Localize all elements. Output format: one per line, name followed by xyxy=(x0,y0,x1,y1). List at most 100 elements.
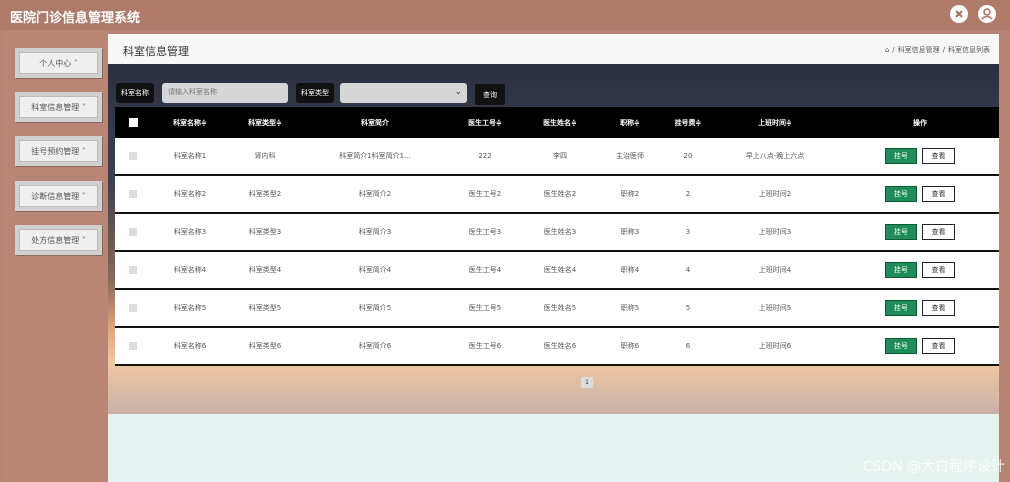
cell-doctor-name: 李四 xyxy=(553,152,567,160)
cell-department-intro: 科室简介6 xyxy=(358,342,392,350)
cell-department-intro: 科室简介2 xyxy=(358,190,392,198)
table-header-row: 科室名称≑ 科室类型≑ 科室简介 医生工号≑ 医生姓名≑ 职称≑ 挂号费≑ 上班… xyxy=(115,107,999,138)
cell-doctor-name: 医生姓名4 xyxy=(543,266,577,274)
table-row: 科室名称5 科室类型5 科室简介5 医生工号5 医生姓名5 职称5 5 上班时间… xyxy=(115,290,999,328)
register-button[interactable]: 挂号 xyxy=(885,300,917,316)
breadcrumb-item[interactable]: 科室信息管理 xyxy=(898,45,940,55)
cell-doctor-id: 医生工号6 xyxy=(468,342,502,350)
row-checkbox[interactable] xyxy=(125,290,141,326)
cell-department-name: 科室名称6 xyxy=(173,342,207,350)
row-checkbox[interactable] xyxy=(125,176,141,212)
pagination-page-1[interactable]: 1 xyxy=(581,377,593,388)
table-row: 科室名称6 科室类型6 科室简介6 医生工号6 医生姓名6 职称6 6 上班时间… xyxy=(115,328,999,366)
row-actions: 挂号 查看 xyxy=(885,252,955,288)
view-button[interactable]: 查看 xyxy=(922,186,955,202)
cell-work-time: 上班时间5 xyxy=(758,304,792,312)
table-row: 科室名称2 科室类型2 科室简介2 医生工号2 医生姓名2 职称2 2 上班时间… xyxy=(115,176,999,214)
cell-department-name: 科室名称3 xyxy=(173,228,207,236)
cell-work-time: 上班时间2 xyxy=(758,190,792,198)
cell-doctor-name: 医生姓名5 xyxy=(543,304,577,312)
row-checkbox[interactable] xyxy=(125,138,141,174)
row-checkbox[interactable] xyxy=(125,214,141,250)
main-header: 科室信息管理 ⌂ / 科室信息管理 / 科室信息列表 xyxy=(108,34,999,64)
header-department-intro: 科室简介 xyxy=(361,118,389,127)
watermark: CSDN @大白程序设计 xyxy=(862,459,1005,475)
sidebar-item-prescription-management[interactable]: 处方信息管理 ˅ xyxy=(15,225,102,255)
sidebar: 个人中心 ˅ 科室信息管理 ˅ 挂号预约管理 ˅ 诊断信息管理 ˅ 处方信息管理… xyxy=(4,30,108,482)
department-name-label: 科室名称 xyxy=(116,82,154,103)
row-actions: 挂号 查看 xyxy=(885,138,955,174)
cell-department-type: 科室类型5 xyxy=(248,304,282,312)
cell-department-name: 科室名称4 xyxy=(173,266,207,274)
cell-title: 职称4 xyxy=(620,266,640,274)
department-name-input[interactable] xyxy=(162,82,288,103)
row-actions: 挂号 查看 xyxy=(885,176,955,212)
cell-title: 职称2 xyxy=(620,190,640,198)
view-button[interactable]: 查看 xyxy=(922,262,955,278)
search-bar: 科室名称 科室类型 ⌄ 查询 xyxy=(116,80,505,105)
view-button[interactable]: 查看 xyxy=(922,148,955,164)
cell-doctor-name: 医生姓名6 xyxy=(543,342,577,350)
header-doctor-id[interactable]: 医生工号≑ xyxy=(455,107,515,138)
breadcrumb-sep: / xyxy=(942,46,945,54)
cell-doctor-id: 医生工号2 xyxy=(468,190,502,198)
cell-title: 职称3 xyxy=(620,228,640,236)
header-title[interactable]: 职称≑ xyxy=(600,107,660,138)
cell-doctor-id: 医生工号5 xyxy=(468,304,502,312)
row-actions: 挂号 查看 xyxy=(885,290,955,326)
register-button[interactable]: 挂号 xyxy=(885,148,917,164)
cell-work-time: 早上八点-晚上六点 xyxy=(745,152,805,160)
cell-fee: 20 xyxy=(683,152,693,160)
register-button[interactable]: 挂号 xyxy=(885,224,917,240)
sidebar-item-registration-management[interactable]: 挂号预约管理 ˅ xyxy=(15,136,102,166)
expand-icon[interactable] xyxy=(950,5,968,23)
header-department-name[interactable]: 科室名称≑ xyxy=(160,107,220,138)
cell-doctor-id: 医生工号4 xyxy=(468,266,502,274)
header-department-type[interactable]: 科室类型≑ xyxy=(235,107,295,138)
header-doctor-name[interactable]: 医生姓名≑ xyxy=(530,107,590,138)
sidebar-item-diagnosis-management[interactable]: 诊断信息管理 ˅ xyxy=(15,181,102,211)
row-actions: 挂号 查看 xyxy=(885,328,955,364)
sidebar-item-personal-center[interactable]: 个人中心 ˅ xyxy=(15,48,102,78)
cell-title: 主治医师 xyxy=(616,152,644,160)
cell-department-name: 科室名称1 xyxy=(173,152,207,160)
cell-department-type: 肾内科 xyxy=(254,152,276,160)
cell-doctor-name: 医生姓名3 xyxy=(543,228,577,236)
view-button[interactable]: 查看 xyxy=(922,224,955,240)
cell-doctor-id: 医生工号3 xyxy=(468,228,502,236)
select-all-checkbox[interactable] xyxy=(125,107,141,138)
sidebar-item-department-management[interactable]: 科室信息管理 ˅ xyxy=(15,92,102,122)
cell-title: 职称5 xyxy=(620,304,640,312)
view-button[interactable]: 查看 xyxy=(922,338,955,354)
register-button[interactable]: 挂号 xyxy=(885,338,917,354)
header-fee[interactable]: 挂号费≑ xyxy=(663,107,713,138)
cell-work-time: 上班时间4 xyxy=(758,266,792,274)
cell-work-time: 上班时间3 xyxy=(758,228,792,236)
cell-fee: 5 xyxy=(685,304,691,312)
app-title: 医院门诊信息管理系统 xyxy=(10,11,141,26)
header-work-time[interactable]: 上班时间≑ xyxy=(725,107,825,138)
cell-department-intro: 科室简介3 xyxy=(358,228,392,236)
cell-title: 职称6 xyxy=(620,342,640,350)
row-actions: 挂号 查看 xyxy=(885,214,955,250)
row-checkbox[interactable] xyxy=(125,252,141,288)
cell-doctor-name: 医生姓名2 xyxy=(543,190,577,198)
cell-department-type: 科室类型4 xyxy=(248,266,282,274)
register-button[interactable]: 挂号 xyxy=(885,186,917,202)
cell-fee: 4 xyxy=(685,266,691,274)
cell-department-type: 科室类型3 xyxy=(248,228,282,236)
department-type-select[interactable]: ⌄ xyxy=(340,82,467,103)
department-type-label: 科室类型 xyxy=(296,82,334,103)
home-icon[interactable]: ⌂ xyxy=(885,46,889,54)
cell-fee: 6 xyxy=(685,342,691,350)
table-row: 科室名称3 科室类型3 科室简介3 医生工号3 医生姓名3 职称3 3 上班时间… xyxy=(115,214,999,252)
table-row: 科室名称1 肾内科 科室简介1科室简介1... 222 李四 主治医师 20 早… xyxy=(115,138,999,176)
user-icon[interactable] xyxy=(978,5,996,23)
row-checkbox[interactable] xyxy=(125,328,141,364)
breadcrumb-sep: / xyxy=(892,46,895,54)
header-actions: 操作 xyxy=(913,118,927,127)
register-button[interactable]: 挂号 xyxy=(885,262,917,278)
table-row: 科室名称4 科室类型4 科室简介4 医生工号4 医生姓名4 职称4 4 上班时间… xyxy=(115,252,999,290)
query-button[interactable]: 查询 xyxy=(475,84,505,105)
view-button[interactable]: 查看 xyxy=(922,300,955,316)
